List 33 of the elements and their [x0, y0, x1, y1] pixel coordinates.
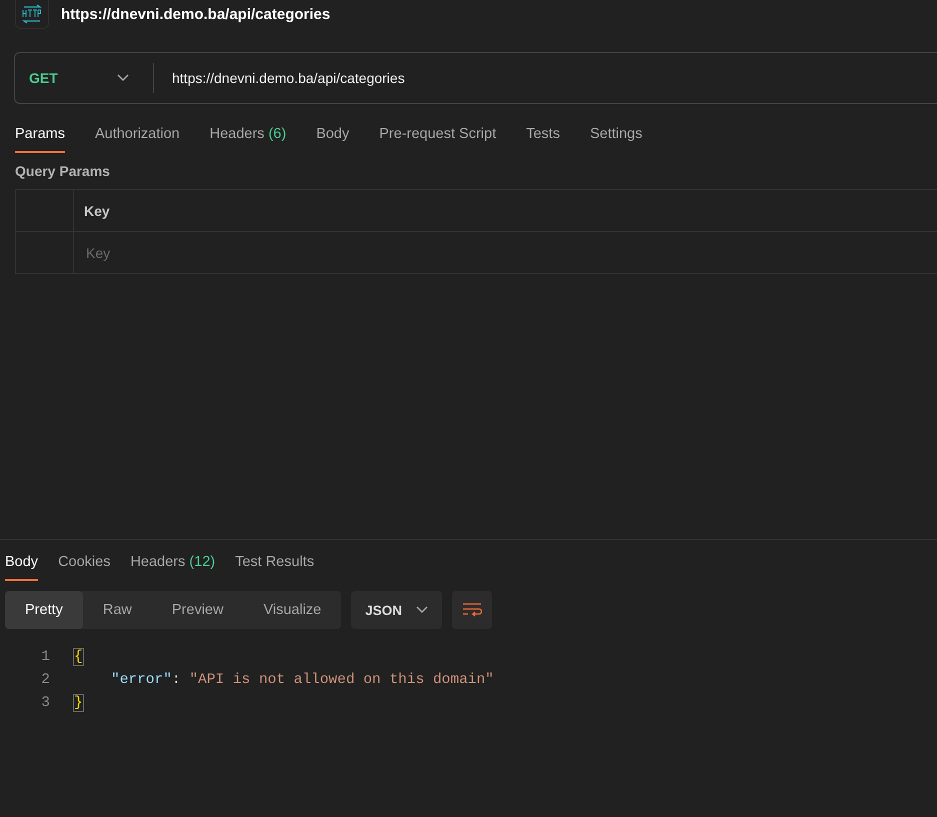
tab[interactable]: Headers (12)	[130, 550, 216, 581]
tab[interactable]: Test Results	[235, 550, 314, 581]
tab[interactable]: Authorization	[94, 122, 180, 153]
code-line: }	[74, 694, 83, 710]
tab[interactable]: Params	[15, 122, 65, 153]
code-line: {	[74, 648, 83, 664]
chevron-down-icon	[416, 606, 428, 614]
view-tab[interactable]: Visualize	[243, 591, 342, 629]
view-tab[interactable]: Raw	[82, 591, 152, 629]
tab[interactable]: Pre-request Script	[379, 122, 496, 153]
section-title: Query Params	[15, 163, 111, 179]
method-dropdown[interactable]: GET	[15, 53, 153, 103]
chevron-down-icon	[117, 74, 129, 82]
tab[interactable]: Tests	[526, 122, 560, 153]
line-number: 1	[40, 648, 51, 664]
code-line: "error": "API is not allowed on this domain"	[110, 672, 494, 688]
view-tab[interactable]: Preview	[152, 591, 244, 629]
key-field[interactable]: Key	[84, 244, 388, 262]
wrap-lines-button[interactable]	[452, 591, 492, 629]
tab[interactable]: Settings	[590, 122, 642, 153]
view-tab[interactable]: Pretty	[5, 591, 83, 629]
column-header: Key	[84, 202, 110, 218]
url-field[interactable]: GET https://dnevni.demo.ba/api/categories	[14, 52, 937, 104]
tab[interactable]: Headers (6)	[210, 122, 286, 153]
http-icon	[15, 0, 49, 28]
request-title: https://dnevni.demo.ba/api/categories	[61, 6, 330, 22]
tab[interactable]: Body	[316, 122, 350, 153]
format-dropdown[interactable]: JSON	[351, 591, 442, 629]
tab[interactable]: Body	[5, 550, 38, 581]
line-number: 2	[40, 672, 51, 688]
wrap-lines-icon	[462, 602, 482, 618]
tab[interactable]: Cookies	[58, 550, 110, 581]
line-number: 3	[40, 694, 51, 710]
